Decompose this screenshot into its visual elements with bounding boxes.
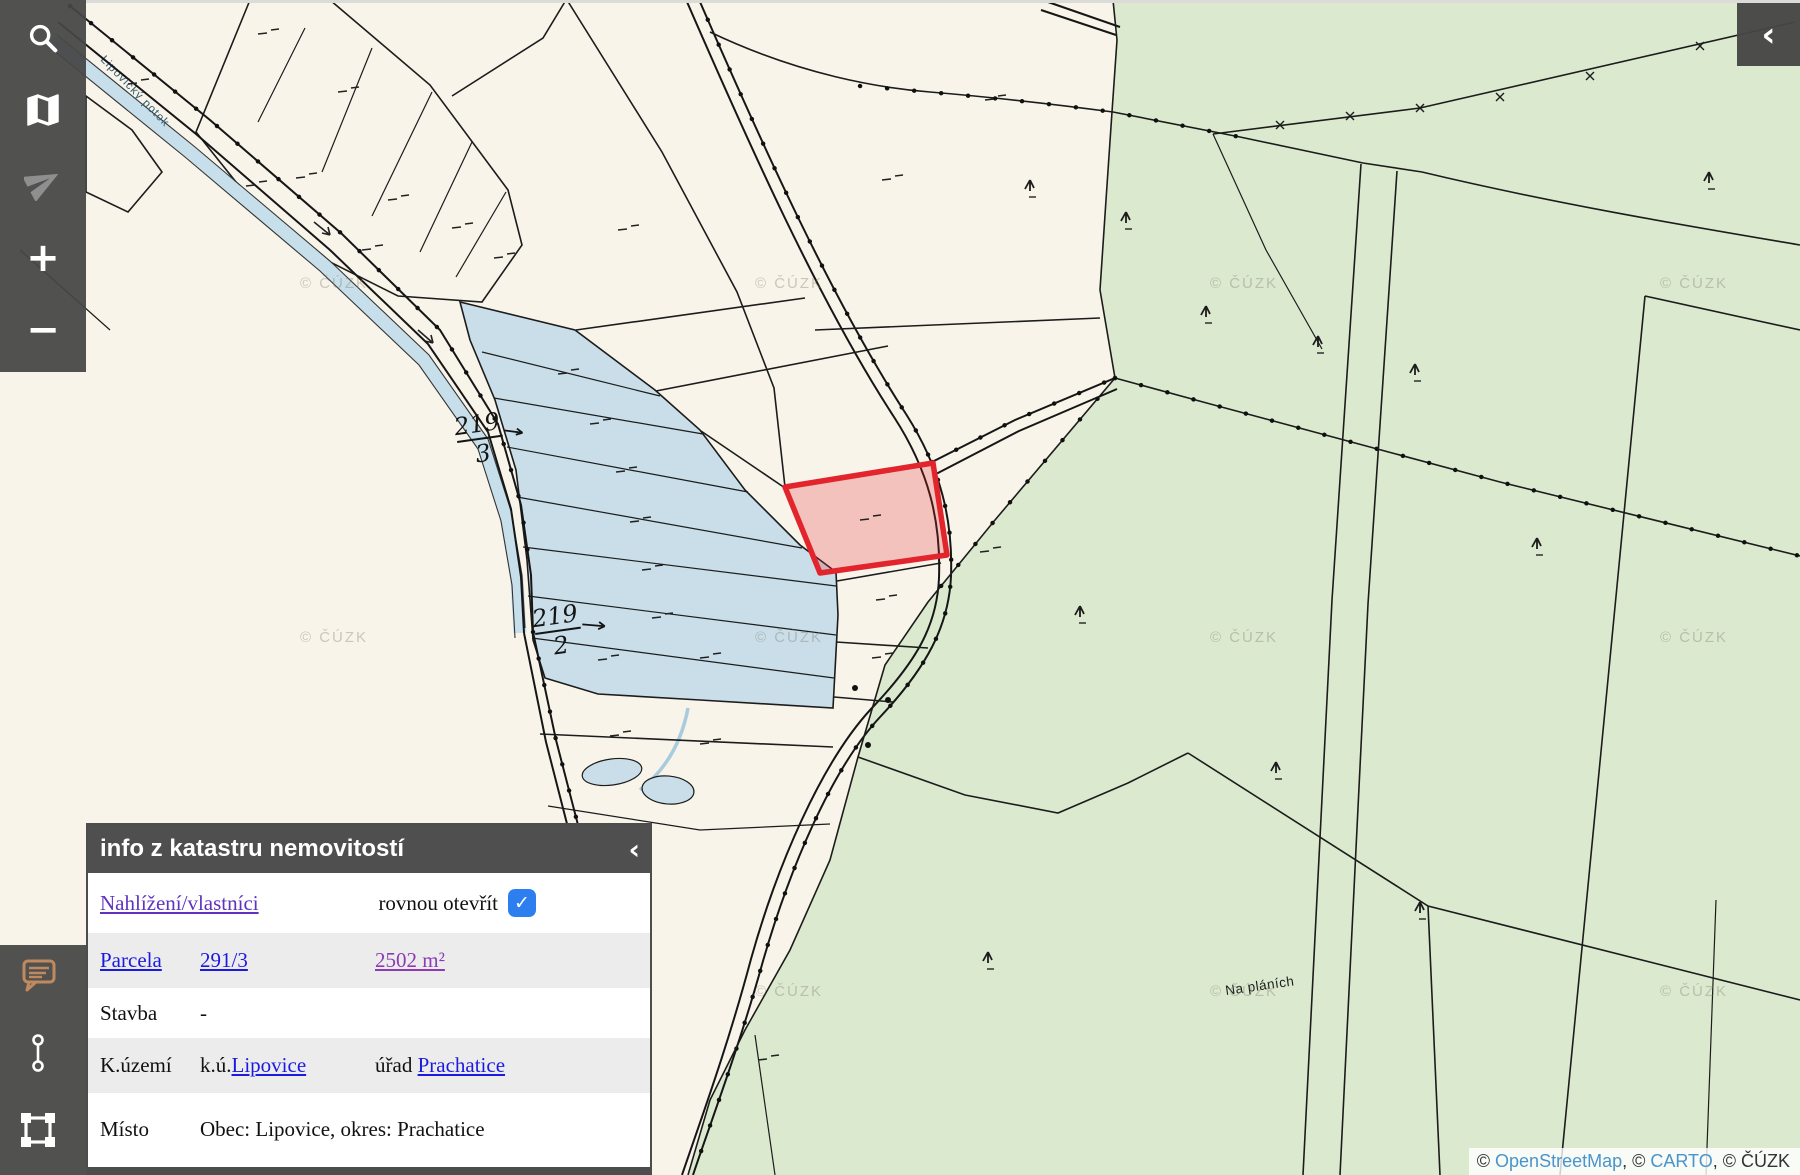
map-layers-button[interactable] [0, 88, 86, 132]
parcela-area-link[interactable]: 2502 m² [375, 948, 636, 973]
row-kuzemi: K.území k.ú.Lipovice úřad Prachatice [88, 1038, 650, 1093]
search-icon [24, 19, 62, 57]
measure-distance-icon [20, 1031, 56, 1075]
kuzemi-lipovice-link[interactable]: Lipovice [232, 1053, 307, 1077]
map-top-edge [86, 0, 1800, 3]
locate-button[interactable] [0, 160, 86, 204]
toolbar-top: + − [0, 0, 86, 372]
row-parcela: Parcela 291/3 2502 m² [88, 933, 650, 988]
parcela-link[interactable]: Parcela [100, 948, 200, 973]
map-icon [22, 89, 64, 131]
measure-area-button[interactable] [0, 1108, 81, 1152]
minus-icon: − [26, 310, 60, 350]
sidebar-collapse-button[interactable]: ‹ [1737, 3, 1800, 66]
zoom-out-button[interactable]: − [0, 308, 86, 352]
row-stavba: Stavba - [88, 988, 650, 1038]
misto-label: Místo [100, 1117, 200, 1142]
location-arrow-icon [24, 163, 62, 201]
stavba-label: Stavba [100, 1001, 200, 1026]
chevron-left-icon: ‹ [1761, 15, 1775, 55]
misto-value: Obec: Lipovice, okres: Prachatice [200, 1117, 636, 1142]
info-panel-title: info z katastru nemovitostí [100, 835, 404, 863]
search-button[interactable] [0, 16, 86, 60]
toolbar-bottom [0, 945, 86, 1175]
cadastral-map-app: { "colors": { "panel_dark": "#4d4d4d", "… [0, 0, 1800, 1175]
urad-prachatice-link[interactable]: Prachatice [418, 1053, 505, 1077]
row-nahlizeni: Nahlížení/vlastníci rovnou otevřít ✓ [88, 873, 650, 933]
parcela-number-link[interactable]: 291/3 [200, 948, 375, 973]
cadastre-info-panel: info z katastru nemovitostí ‹ Nahlížení/… [86, 823, 652, 1175]
info-panel-header: info z katastru nemovitostí ‹ [88, 825, 650, 873]
openstreetmap-link[interactable]: OpenStreetMap [1495, 1151, 1622, 1172]
attribution-suffix: , © ČÚZK [1713, 1151, 1790, 1172]
comments-button[interactable] [0, 953, 81, 997]
plus-icon: + [26, 238, 60, 278]
urad-prefix: úřad [375, 1053, 418, 1077]
nahlizeni-vlastnici-link[interactable]: Nahlížení/vlastníci [100, 891, 259, 916]
row-misto: Místo Obec: Lipovice, okres: Prachatice [88, 1093, 650, 1165]
measure-area-icon [18, 1110, 58, 1150]
panel-collapse-icon[interactable]: ‹ [628, 833, 640, 866]
carto-link[interactable]: CARTO [1650, 1151, 1712, 1172]
comment-bubble-icon [16, 955, 60, 995]
kuzemi-label: K.území [100, 1053, 200, 1078]
checkmark-icon: ✓ [514, 892, 530, 914]
attribution-prefix: © [1477, 1151, 1495, 1172]
stavba-value: - [200, 1001, 375, 1026]
attribution-mid: , © [1622, 1151, 1650, 1172]
kuzemi-prefix: k.ú. [200, 1053, 232, 1077]
measure-distance-button[interactable] [0, 1031, 81, 1075]
zoom-in-button[interactable]: + [0, 236, 86, 280]
rovnou-otevrit-checkbox[interactable]: ✓ [508, 889, 536, 917]
map-attribution: © OpenStreetMap, © CARTO, © ČÚZK [1469, 1148, 1800, 1175]
rovnou-otevrit-label: rovnou otevřít [378, 891, 498, 916]
